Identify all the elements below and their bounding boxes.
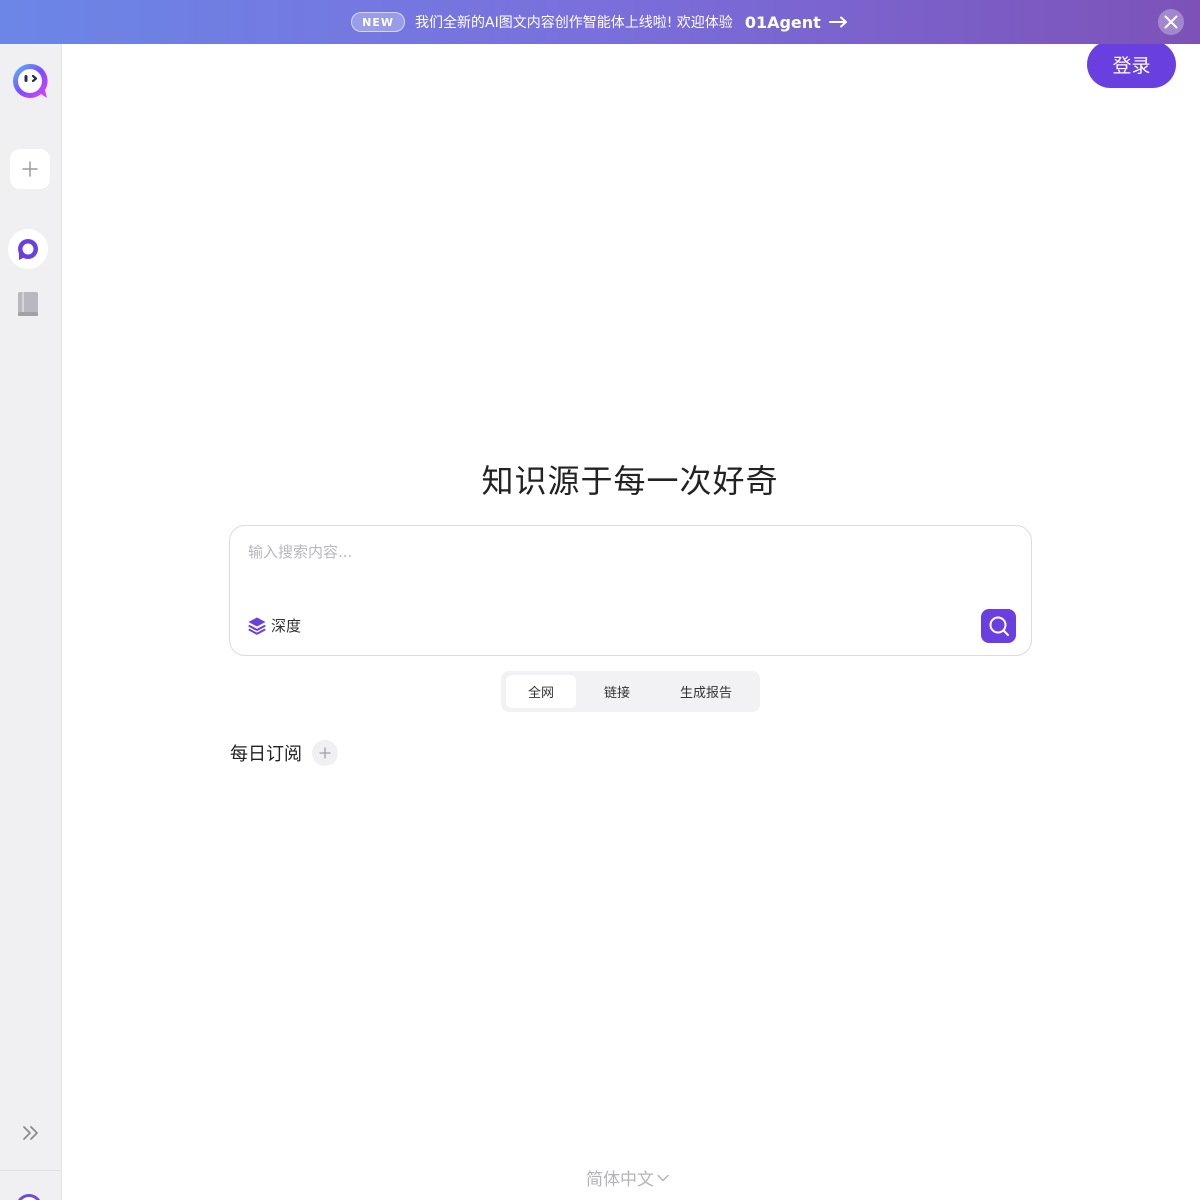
search-input[interactable] xyxy=(248,540,988,564)
depth-label: 深度 xyxy=(271,617,302,635)
banner-agent-link[interactable]: 01Agent xyxy=(745,13,849,32)
tab-link[interactable]: 链接 xyxy=(576,675,658,708)
banner-link-label: 01Agent xyxy=(744,12,821,32)
page-title: 知识源于每一次好奇 xyxy=(481,462,779,500)
sidebar-item-search[interactable] xyxy=(8,229,48,269)
layers-icon xyxy=(248,617,266,635)
chevron-down-icon xyxy=(657,1174,669,1181)
banner-content: NEW 我们全新的AI图文内容创作智能体上线啦! 欢迎体验 01Agent xyxy=(351,12,849,32)
close-icon xyxy=(1164,15,1178,29)
announcement-banner: NEW 我们全新的AI图文内容创作智能体上线啦! 欢迎体验 01Agent xyxy=(0,0,1200,44)
banner-close-button[interactable] xyxy=(1158,9,1184,35)
daily-subscription: 每日订阅 xyxy=(230,740,338,766)
app-root: NEW 我们全新的AI图文内容创作智能体上线啦! 欢迎体验 01Agent 登录… xyxy=(0,0,1200,1200)
sidebar-divider xyxy=(0,1170,62,1171)
book-icon[interactable] xyxy=(15,290,41,318)
new-badge: NEW xyxy=(351,12,406,32)
plus-icon xyxy=(319,747,331,759)
language-selector[interactable]: 简体中文 xyxy=(586,1165,670,1190)
avatar[interactable] xyxy=(16,1194,42,1200)
arrow-right-icon xyxy=(828,16,847,28)
sidebar xyxy=(0,44,62,1200)
search-submit-button[interactable] xyxy=(981,609,1016,643)
search-box: 深度 xyxy=(229,525,1032,656)
search-mode-tabs: 全网 链接 生成报告 xyxy=(501,671,760,712)
tab-generate-report[interactable]: 生成报告 xyxy=(658,675,754,708)
plus-icon xyxy=(22,161,38,177)
banner-text: 我们全新的AI图文内容创作智能体上线啦! 欢迎体验 xyxy=(415,15,733,31)
add-subscription-button[interactable] xyxy=(312,740,338,766)
double-chevron-right-icon[interactable] xyxy=(20,1122,42,1144)
tab-web[interactable]: 全网 xyxy=(506,675,576,708)
subscription-title: 每日订阅 xyxy=(230,744,302,765)
search-bubble-icon xyxy=(18,239,38,260)
depth-toggle[interactable]: 深度 xyxy=(247,615,301,636)
language-label: 简体中文 xyxy=(586,1170,654,1190)
login-button[interactable]: 登录 xyxy=(1087,41,1176,88)
chat-bubble-logo-icon[interactable] xyxy=(11,62,49,100)
new-chat-button[interactable] xyxy=(10,149,50,189)
search-icon xyxy=(989,616,1009,636)
